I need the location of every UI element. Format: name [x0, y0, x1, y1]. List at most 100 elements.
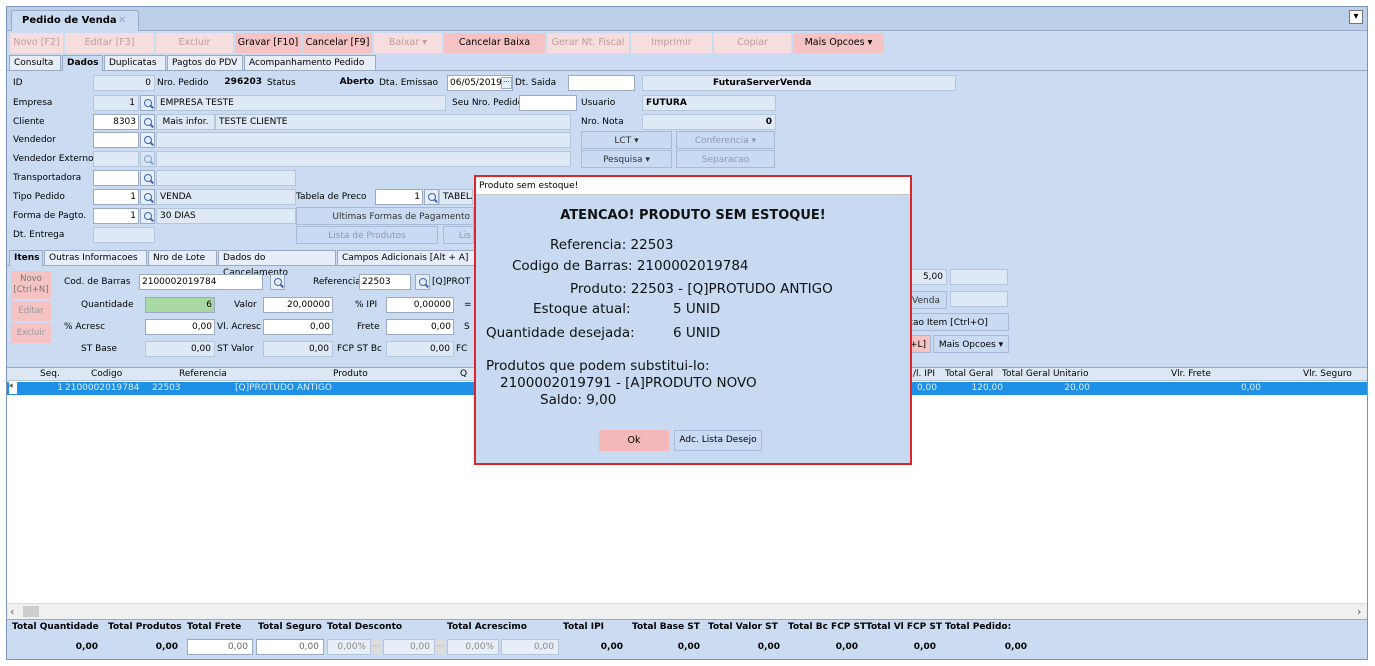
scroll-thumb[interactable] — [23, 606, 39, 617]
tab-acompanhamento[interactable]: Acompanhamento Pedido — [244, 55, 376, 70]
row-seq: 1 — [57, 383, 63, 393]
vendedor-label: Vendedor — [13, 135, 56, 145]
cliente-code-input[interactable]: 8303 — [93, 114, 139, 130]
transportadora-code-input[interactable] — [93, 170, 139, 186]
row-vlr-frete: 0,00 — [1240, 383, 1261, 393]
tab-nro-lote[interactable]: Nro de Lote — [148, 250, 217, 265]
ultimas-formas-button[interactable]: Ultimas Formas de Pagamento — [296, 207, 474, 225]
tab-consulta[interactable]: Consulta — [9, 55, 61, 70]
forma-pagto-code-input[interactable]: 1 — [93, 208, 139, 224]
gerar-nota-fiscal-button[interactable]: Gerar Nt. Fiscal — [547, 33, 630, 53]
cliente-search-icon[interactable] — [140, 114, 155, 130]
cod-barras-search-icon[interactable] — [270, 274, 285, 290]
conferencia-button[interactable]: Conferencia ▾ — [676, 131, 775, 149]
excluir-button[interactable]: Excluir — [156, 33, 234, 53]
tab-dados[interactable]: Dados — [62, 55, 103, 71]
total-valor-st-value: 0,00 — [757, 642, 780, 652]
vendedor-name — [156, 132, 571, 148]
item-mais-opcoes-button[interactable]: Mais Opcoes ▾ — [933, 335, 1009, 353]
col-referencia[interactable]: Referencia — [179, 368, 227, 380]
baixar-button[interactable]: Baixar ▾ — [374, 33, 443, 53]
col-seq[interactable]: Seq. — [40, 368, 60, 380]
col-vlr-seguro[interactable]: Vlr. Seguro — [1303, 368, 1352, 380]
empresa-search-icon[interactable] — [140, 95, 155, 111]
col-codigo[interactable]: Codigo — [91, 368, 122, 380]
tab-duplicatas[interactable]: Duplicatas — [104, 55, 166, 70]
window-menu-dropdown-icon[interactable]: ▾ — [1349, 10, 1363, 24]
item-novo-button[interactable]: Novo [Ctrl+N] — [11, 271, 51, 299]
tab-pagtos-pdv[interactable]: Pagtos do PDV — [167, 55, 243, 70]
forma-pagto-search-icon[interactable] — [140, 208, 155, 224]
copiar-button[interactable]: Copiar — [714, 33, 792, 53]
empresa-code[interactable]: 1 — [93, 95, 139, 111]
dialog-saldo: Saldo: 9,00 — [540, 392, 617, 408]
dialog-desejada-value: 6 UNID — [673, 325, 721, 341]
document-tab[interactable]: Pedido de Venda ✕ — [11, 10, 139, 31]
scroll-left-icon[interactable]: ‹ — [10, 605, 14, 618]
col-vlr-frete[interactable]: Vlr. Frete — [1171, 368, 1211, 380]
mais-infor-button[interactable]: Mais infor. — [156, 114, 215, 130]
horizontal-scrollbar[interactable]: ‹ › — [7, 603, 1367, 619]
acresc-input[interactable]: 0,00 — [145, 319, 215, 335]
col-q[interactable]: Q — [460, 368, 467, 380]
frete-input[interactable]: 0,00 — [386, 319, 454, 335]
lista-produtos-button[interactable]: Lista de Produtos — [296, 226, 438, 244]
tab-campos-adicionais[interactable]: Campos Adicionais [Alt + A] — [337, 250, 475, 265]
novo-button[interactable]: Novo [F2] — [10, 33, 64, 53]
lct-button[interactable]: LCT ▾ — [581, 131, 672, 149]
st-base-value: 0,00 — [145, 341, 215, 357]
referencia-input[interactable]: 22503 — [359, 274, 411, 290]
server-name: FuturaServer — [713, 78, 780, 88]
scroll-right-icon[interactable]: › — [1357, 605, 1361, 618]
vl-acresc-input[interactable]: 0,00 — [263, 319, 333, 335]
close-icon[interactable]: ✕ — [118, 15, 126, 26]
tab-dados-cancelamento[interactable]: Dados do Cancelamento — [218, 250, 336, 278]
tab-itens[interactable]: Itens — [9, 250, 43, 266]
item-editar-button[interactable]: Editar — [11, 301, 51, 321]
separacao-button[interactable]: Separacao — [676, 150, 775, 168]
tabela-preco-code-input[interactable]: 1 — [375, 189, 423, 205]
desconto-value-ellipsis-icon: ··· — [435, 640, 445, 654]
col-produto[interactable]: Produto — [333, 368, 368, 380]
valor-input[interactable]: 20,00000 — [263, 297, 333, 313]
tipo-pedido-code-input[interactable]: 1 — [93, 189, 139, 205]
ok-button[interactable]: Ok — [599, 430, 669, 451]
pesquisa-button[interactable]: Pesquisa ▾ — [581, 150, 672, 168]
tipo-pedido-label: Tipo Pedido — [13, 192, 65, 202]
cao-item-button[interactable]: cao Item [Ctrl+O] — [905, 313, 1009, 331]
editar-button[interactable]: Editar [F3] — [65, 33, 155, 53]
vendedor-code-input[interactable] — [93, 132, 139, 148]
dt-saida-input[interactable] — [568, 75, 635, 91]
transportadora-search-icon[interactable] — [140, 170, 155, 186]
col-vl-ipi[interactable]: /l. IPI — [913, 368, 935, 380]
quantidade-input[interactable]: 6 — [145, 297, 215, 313]
cancelar-baixa-button[interactable]: Cancelar Baixa — [444, 33, 546, 53]
calendar-icon[interactable]: ··· — [501, 77, 512, 89]
cod-barras-input[interactable]: 2100002019784 — [139, 274, 263, 290]
tipo-pedido-search-icon[interactable] — [140, 189, 155, 205]
adc-lista-desejo-button[interactable]: Adc. Lista Desejo — [674, 430, 762, 451]
col-total-geral[interactable]: Total Geral — [945, 368, 993, 380]
total-produtos-label: Total Produtos — [108, 622, 182, 632]
chevron-down-icon: ▾ — [634, 136, 639, 146]
ipi-input[interactable]: 0,00000 — [386, 297, 454, 313]
cancelar-button[interactable]: Cancelar [F9] — [303, 33, 373, 53]
imprimir-button[interactable]: Imprimir — [631, 33, 713, 53]
item-excluir-button[interactable]: Excluir — [11, 323, 51, 343]
nro-pedido-value: 296203 — [224, 77, 262, 87]
total-ipi-label: Total IPI — [563, 622, 605, 632]
tabela-preco-label: Tabela de Preco — [296, 192, 367, 202]
gravar-button[interactable]: Gravar [F10] — [235, 33, 302, 53]
vendedor-search-icon[interactable] — [140, 132, 155, 148]
tab-outras-informacoes[interactable]: Outras Informacoes — [44, 250, 147, 265]
chevron-down-icon: ▾ — [645, 155, 650, 165]
seu-nro-pedido-input[interactable] — [519, 95, 577, 111]
mais-opcoes-button[interactable]: Mais Opcoes ▾ — [793, 33, 885, 53]
quantidade-label: Quantidade — [81, 300, 134, 310]
referencia-search-icon[interactable] — [415, 274, 430, 290]
lista-button-partial[interactable]: Lis — [443, 226, 474, 244]
col-total-geral-unitario[interactable]: Total Geral Unitario — [1002, 368, 1089, 380]
dialog-codigo-barras: Codigo de Barras: 2100002019784 — [512, 258, 749, 274]
row-produto: [Q]PROTUDO ANTIGO — [235, 383, 332, 393]
tabela-preco-search-icon[interactable] — [424, 189, 439, 205]
